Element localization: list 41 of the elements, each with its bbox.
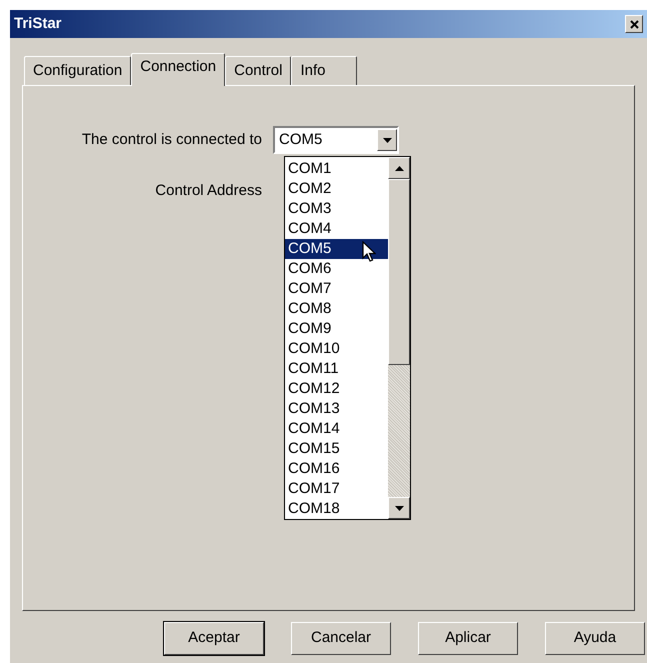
- scroll-up-icon: [394, 166, 404, 170]
- close-icon: [630, 20, 638, 28]
- scroll-down-icon: [394, 506, 404, 510]
- dialog-button[interactable]: Aplicar: [418, 622, 518, 655]
- list-option[interactable]: COM6: [285, 259, 388, 279]
- list-option[interactable]: COM3: [285, 199, 388, 219]
- field-label: Control Address: [154, 181, 263, 201]
- field-label: The control is connected to: [80, 130, 263, 150]
- dropdown-arrow-icon: [382, 138, 392, 142]
- list-option[interactable]: COM12: [285, 379, 388, 399]
- dialog-button[interactable]: Aceptar: [164, 622, 264, 655]
- dialog-button[interactable]: Cancelar: [291, 622, 391, 655]
- tab[interactable]: Connection: [131, 53, 226, 86]
- list-option[interactable]: COM14: [285, 419, 388, 439]
- scrollbar[interactable]: [388, 157, 410, 519]
- list-option[interactable]: COM16: [285, 459, 388, 479]
- list-option[interactable]: COM18: [285, 499, 388, 519]
- tab[interactable]: Info: [291, 56, 357, 85]
- tab[interactable]: Configuration: [24, 56, 132, 85]
- dropdown-button[interactable]: [377, 129, 397, 151]
- list-option[interactable]: COM7: [285, 279, 388, 299]
- scroll-down-button[interactable]: [388, 497, 410, 519]
- list-option[interactable]: COM15: [285, 439, 388, 459]
- list-option[interactable]: COM17: [285, 479, 388, 499]
- scroll-thumb[interactable]: [388, 179, 410, 365]
- dialog-button[interactable]: Ayuda: [545, 622, 645, 655]
- list-option[interactable]: COM5: [285, 239, 388, 259]
- list-option[interactable]: COM8: [285, 299, 388, 319]
- list-option[interactable]: COM2: [285, 179, 388, 199]
- list-option[interactable]: COM9: [285, 319, 388, 339]
- list-option[interactable]: COM11: [285, 359, 388, 379]
- window-title: TriStar: [14, 14, 62, 34]
- list-option[interactable]: COM4: [285, 219, 388, 239]
- mouse-pointer-icon: [362, 241, 376, 263]
- scroll-up-button[interactable]: [388, 157, 410, 179]
- list-option[interactable]: COM1: [285, 159, 388, 179]
- list-option[interactable]: COM10: [285, 339, 388, 359]
- close-button[interactable]: [625, 15, 643, 33]
- tab[interactable]: Control: [225, 56, 292, 85]
- port-dropdown[interactable]: COM5: [273, 126, 399, 154]
- list-option[interactable]: COM13: [285, 399, 388, 419]
